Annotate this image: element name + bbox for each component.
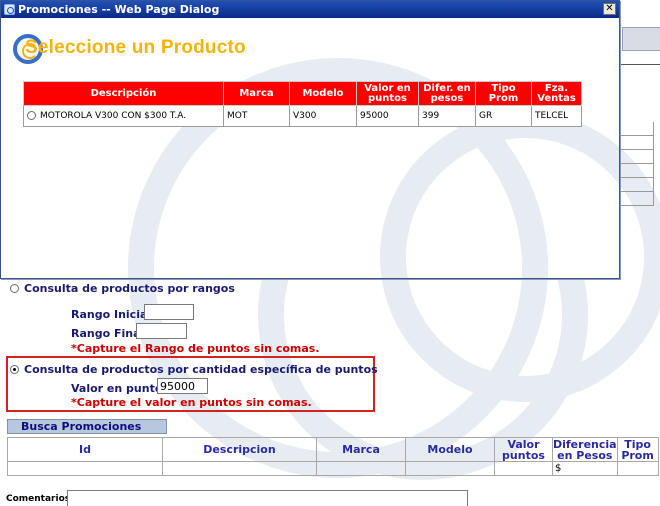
cell-valor-puntos [494, 461, 553, 476]
header-diferencia-pesos: Difer. en pesos [418, 81, 476, 106]
header-valor-puntos: Valor en puntos [356, 81, 419, 106]
cell-descripcion [162, 461, 317, 476]
cell-marca [316, 461, 406, 476]
products-header-row: Descripción Marca Modelo Valor en puntos… [23, 81, 582, 106]
ie-page-icon [4, 4, 15, 15]
header-descripcion: Descripción [23, 81, 224, 106]
cell-tipo-prom [616, 461, 659, 476]
header-modelo: Modelo [289, 81, 357, 106]
dialog-heading: Seleccione un Producto [25, 37, 246, 58]
table-row[interactable]: MOTOROLA V300 CON $300 T.A. MOT V300 950… [23, 105, 582, 127]
products-table: Descripción Marca Modelo Valor en puntos… [23, 81, 582, 127]
dialog-background-circle [380, 112, 619, 278]
header-diferencia-pesos: Diferencia en Pesos [552, 437, 618, 462]
busca-promociones-button[interactable]: Busca Promociones [7, 419, 167, 434]
cell-fza-ventas: TELCEL [531, 105, 582, 127]
option-cantidad[interactable]: Consulta de productos por cantidad espec… [10, 363, 378, 376]
product-description: MOTOROLA V300 CON $300 T.A. [40, 111, 187, 121]
header-tipo-prom: Tipo Prom [616, 437, 659, 462]
product-radio[interactable] [27, 111, 36, 120]
cell-tipo-prom: GR [475, 105, 532, 127]
comentarios-label: Comentarios: [6, 494, 74, 504]
header-valor-puntos: Valor puntos [494, 437, 553, 462]
promociones-dialog: Promociones -- Web Page Dialog ✕ Selecci… [0, 0, 620, 279]
background-table [620, 122, 654, 206]
rango-inicial-input[interactable] [144, 304, 194, 320]
valor-note: *Capture el valor en puntos sin comas. [71, 396, 312, 409]
header-marca: Marca [223, 81, 290, 106]
rango-inicial-label: Rango Inicial [71, 308, 152, 321]
rango-final-label: Rango Final [71, 327, 145, 340]
valor-puntos-label: Valor en puntos [71, 382, 169, 395]
valor-puntos-input[interactable] [157, 378, 208, 394]
results-header-row: Id Descripcion Marca Modelo Valor puntos… [7, 437, 659, 462]
results-table: Id Descripcion Marca Modelo Valor puntos… [7, 437, 659, 476]
close-icon[interactable]: ✕ [603, 3, 616, 15]
header-id: Id [7, 437, 163, 462]
cell-diferencia-pesos: $ [552, 461, 618, 476]
header-fza-ventas: Fza. Ventas [531, 81, 582, 106]
header-marca: Marca [316, 437, 406, 462]
background-button[interactable] [622, 27, 660, 51]
header-descripcion: Descripcion [162, 437, 317, 462]
rangos-radio[interactable] [10, 283, 19, 293]
header-modelo: Modelo [405, 437, 495, 462]
dialog-titlebar[interactable]: Promociones -- Web Page Dialog ✕ [1, 1, 619, 18]
option-rangos-label: Consulta de productos por rangos [24, 282, 235, 295]
rango-final-input[interactable] [136, 323, 187, 339]
cell-marca: MOT [223, 105, 290, 127]
comentarios-textarea[interactable] [67, 490, 468, 506]
cell-id [7, 461, 163, 476]
option-cantidad-label: Consulta de productos por cantidad espec… [24, 363, 378, 376]
table-row: $ [7, 461, 659, 476]
cell-modelo [405, 461, 495, 476]
option-rangos[interactable]: Consulta de productos por rangos [10, 282, 235, 295]
cantidad-radio[interactable] [10, 364, 19, 374]
header-tipo-prom: Tipo Prom [475, 81, 532, 106]
background-divider [620, 64, 660, 65]
dialog-title: Promociones -- Web Page Dialog [18, 3, 220, 16]
cell-modelo: V300 [289, 105, 357, 127]
cell-descripcion[interactable]: MOTOROLA V300 CON $300 T.A. [23, 105, 224, 127]
cell-diferencia-pesos: 399 [418, 105, 476, 127]
cell-valor-puntos: 95000 [356, 105, 419, 127]
rango-note: *Capture el Rango de puntos sin comas. [71, 342, 320, 355]
